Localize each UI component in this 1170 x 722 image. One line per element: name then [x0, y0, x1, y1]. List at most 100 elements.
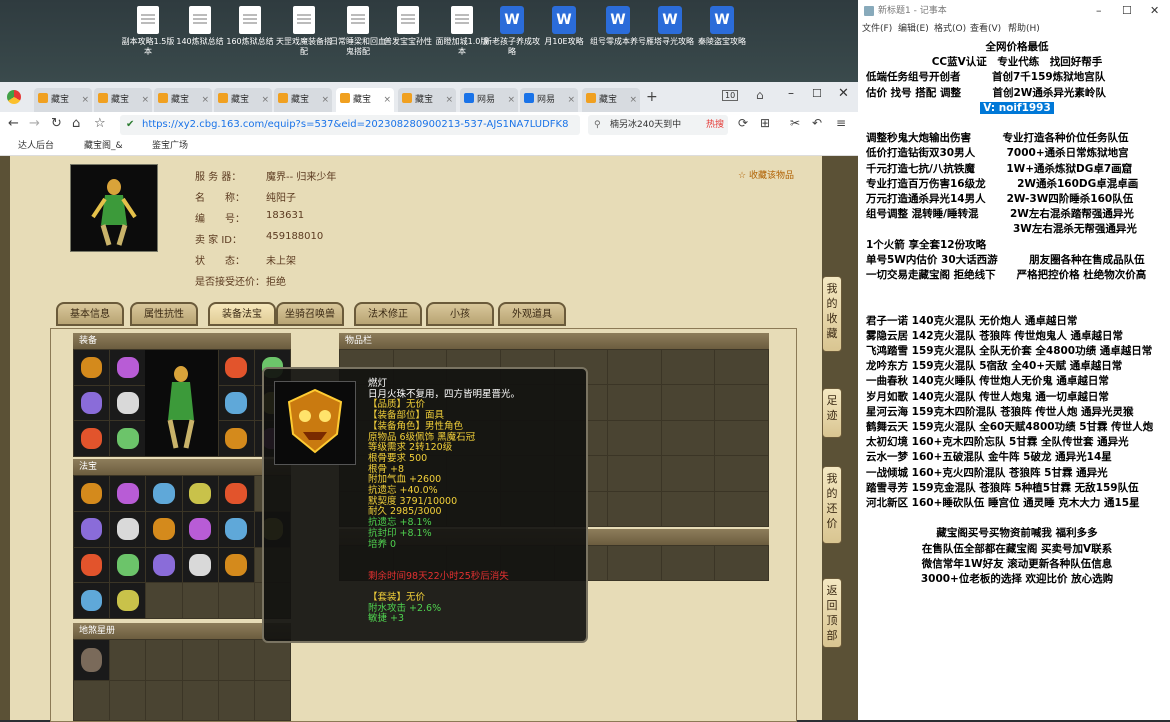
notepad-minimize-button[interactable]: – — [1096, 0, 1102, 22]
page-tab[interactable]: 坐骑召唤兽 — [276, 302, 344, 326]
item-slot[interactable] — [74, 640, 110, 680]
empty-slot[interactable] — [254, 640, 290, 680]
desktop-icon[interactable]: W 组号零成本养号 — [590, 6, 646, 47]
empty-slot[interactable] — [182, 583, 218, 618]
side-button[interactable]: 足迹 — [822, 388, 842, 438]
empty-slot[interactable] — [608, 385, 661, 420]
item-slot[interactable] — [182, 511, 218, 547]
empty-slot[interactable] — [218, 680, 254, 720]
side-button[interactable]: 返回顶部 — [822, 578, 842, 648]
item-slot[interactable] — [218, 511, 254, 547]
page-tab[interactable]: 小孩 — [426, 302, 494, 326]
empty-slot[interactable] — [608, 420, 661, 456]
tab-close-icon[interactable]: × — [445, 88, 453, 112]
forward-icon[interactable]: → — [29, 116, 40, 131]
item-slot[interactable] — [110, 385, 146, 421]
bookmark-item[interactable]: 鉴宝广场 — [152, 138, 188, 155]
search-input[interactable]: ⚲ 楠另冰240天到中 热搜 — [588, 115, 728, 135]
empty-slot[interactable] — [661, 456, 715, 491]
desktop-icon[interactable]: 140炼狱总结 — [172, 6, 228, 47]
empty-slot[interactable] — [146, 680, 182, 720]
empty-slot[interactable] — [661, 420, 715, 456]
item-slot[interactable] — [74, 511, 110, 547]
item-slot[interactable] — [74, 350, 110, 385]
desktop-icon[interactable]: W 秦陵盗宝攻略 — [694, 6, 750, 47]
page-tab[interactable]: 属性抗性 — [130, 302, 198, 326]
bookmark-item[interactable]: 藏宝阁_& — [84, 138, 123, 155]
back-icon[interactable]: ← — [8, 116, 19, 131]
item-slot[interactable] — [110, 511, 146, 547]
item-slot[interactable] — [146, 547, 182, 583]
browser-tab[interactable]: 藏宝 × — [154, 88, 212, 112]
tab-close-icon[interactable]: × — [141, 88, 149, 112]
empty-slot[interactable] — [715, 491, 768, 526]
browser-tab[interactable]: 藏宝 × — [582, 88, 640, 112]
empty-slot[interactable] — [182, 680, 218, 720]
scissors-icon[interactable]: ✂ — [790, 116, 800, 130]
item-slot[interactable] — [74, 421, 110, 456]
empty-slot[interactable] — [715, 546, 768, 580]
shirt-icon[interactable]: ⌂ — [756, 88, 764, 102]
empty-slot[interactable] — [218, 640, 254, 680]
tab-close-icon[interactable]: × — [201, 88, 209, 112]
item-slot[interactable] — [110, 547, 146, 583]
empty-slot[interactable] — [254, 680, 290, 720]
browser-tab[interactable]: 藏宝 × — [34, 88, 92, 112]
item-slot[interactable] — [146, 511, 182, 547]
browser-tab[interactable]: 藏宝 × — [274, 88, 332, 112]
side-button[interactable]: 我的还价 — [822, 466, 842, 544]
refresh-icon[interactable]: ⟳ — [738, 116, 748, 130]
notepad-menu-item[interactable]: 文件(F) — [862, 22, 892, 36]
notepad-menu-item[interactable]: 查看(V) — [970, 22, 1001, 36]
empty-slot[interactable] — [715, 385, 768, 420]
item-slot[interactable] — [218, 385, 254, 421]
desktop-icon[interactable]: 天罡戏魔装备搭配 — [276, 6, 332, 57]
item-slot[interactable] — [74, 583, 110, 618]
page-tab[interactable]: 基本信息 — [56, 302, 124, 326]
notepad-menu-item[interactable]: 帮助(H) — [1008, 22, 1040, 36]
empty-slot[interactable] — [110, 680, 146, 720]
item-slot[interactable] — [74, 547, 110, 583]
tab-close-icon[interactable]: × — [567, 88, 575, 112]
browser-tab[interactable]: 藏宝 × — [336, 88, 394, 112]
tab-close-icon[interactable]: × — [81, 88, 89, 112]
empty-slot[interactable] — [218, 583, 254, 618]
empty-slot[interactable] — [661, 491, 715, 526]
empty-slot[interactable] — [661, 546, 715, 580]
new-tab-button[interactable]: + — [646, 89, 658, 105]
tab-close-icon[interactable]: × — [261, 88, 269, 112]
side-button[interactable]: 我的收藏 — [822, 276, 842, 352]
browser-tab[interactable]: 藏宝 × — [214, 88, 272, 112]
favorite-link[interactable]: ☆ 收藏该物品 — [738, 168, 794, 181]
item-slot[interactable] — [110, 583, 146, 618]
empty-slot[interactable] — [608, 456, 661, 491]
item-slot[interactable] — [218, 421, 254, 456]
item-slot[interactable] — [110, 421, 146, 456]
item-slot[interactable] — [146, 476, 182, 511]
home-icon[interactable]: ⌂ — [72, 116, 80, 131]
empty-slot[interactable] — [146, 640, 182, 680]
close-button[interactable]: ✕ — [838, 86, 849, 101]
desktop-icon[interactable]: 160炼狱总结 — [222, 6, 278, 47]
page-tab[interactable]: 外观道具 — [498, 302, 566, 326]
notepad-maximize-button[interactable]: ☐ — [1122, 0, 1132, 22]
item-slot[interactable] — [74, 385, 110, 421]
item-slot[interactable] — [182, 547, 218, 583]
empty-slot[interactable] — [715, 456, 768, 491]
reload-icon[interactable]: ↻ — [51, 116, 62, 131]
tab-close-icon[interactable]: × — [507, 88, 515, 112]
notepad-text-area[interactable]: 全网价格最低 CC蓝V认证 专业代练 找回好帮手 低端任务组号开创者 首创7千159… — [866, 40, 1168, 587]
desktop-icon[interactable]: 面瞪加城1.0版本 — [434, 6, 490, 57]
maximize-button[interactable]: ☐ — [812, 87, 822, 100]
minimize-button[interactable]: – — [788, 86, 794, 100]
item-slot[interactable] — [110, 350, 146, 385]
item-slot[interactable] — [218, 476, 254, 511]
item-slot[interactable] — [218, 547, 254, 583]
desktop-icon[interactable]: W 月10E攻略 — [536, 6, 592, 47]
menu-icon[interactable]: ≡ — [836, 116, 846, 130]
tab-close-icon[interactable]: × — [321, 88, 329, 112]
undo-icon[interactable]: ↶ — [812, 116, 822, 130]
empty-slot[interactable] — [715, 420, 768, 456]
url-input[interactable]: ✔ https://xy2.cbg.163.com/equip?s=537&ei… — [120, 115, 580, 135]
empty-slot[interactable] — [608, 350, 661, 385]
